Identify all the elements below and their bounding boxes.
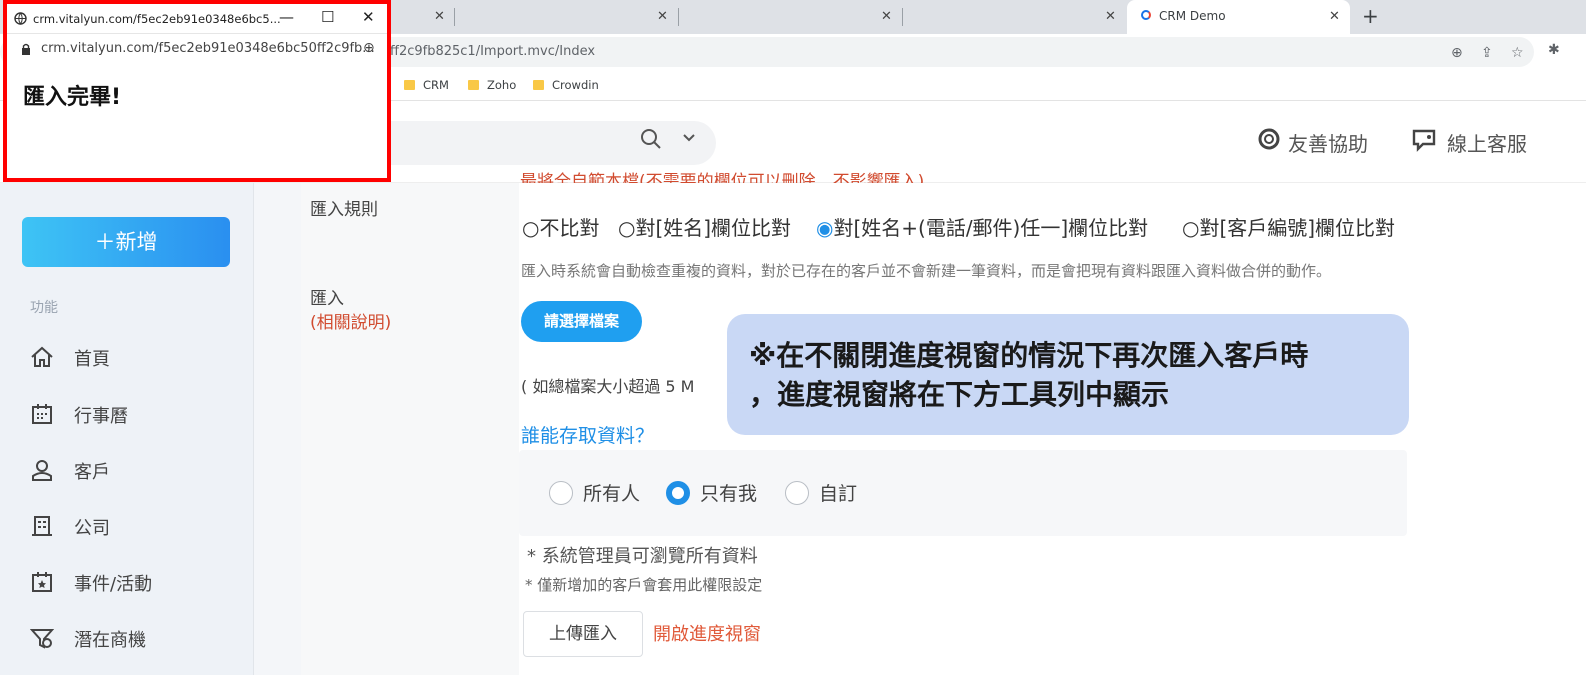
online-support-link[interactable]: 線上客服 (1447, 128, 1527, 157)
progress-popup-window[interactable]: crm.vitalyun.com/f5ec2eb91e0348e6bc5... … (3, 0, 391, 182)
add-new-button[interactable]: ＋新增 (22, 217, 230, 267)
file-size-note: ( 如總檔案大小超過 5 M (521, 377, 695, 396)
site-favicon-icon (1141, 10, 1151, 20)
callout-text: ※在不關閉進度視窗的情況下再次匯入客戶時 ，進度視窗將在下方工具列中顯示 (749, 339, 1309, 411)
sidebar-item-home[interactable]: 首頁 (0, 337, 253, 377)
folder-icon (468, 80, 479, 90)
browser-tab[interactable]: ✕ (679, 0, 903, 34)
browser-tab[interactable]: ✕ (390, 0, 455, 34)
browser-tab-active[interactable]: CRM Demo ✕ (1127, 0, 1350, 34)
calendar-icon (32, 404, 52, 424)
open-progress-window-link[interactable]: 開啟進度視窗 (653, 620, 761, 646)
annotation-callout: ※在不關閉進度視窗的情況下再次匯入客戶時 ，進度視窗將在下方工具列中顯示 (727, 314, 1409, 435)
who-can-access-link[interactable]: 誰能存取資料？ (521, 421, 654, 448)
bookmark-crowdin[interactable]: Crowdin (533, 78, 599, 92)
sidebar-item-calendar[interactable]: 行事曆 (0, 394, 253, 434)
close-icon[interactable]: ✕ (434, 9, 445, 24)
upload-import-button[interactable]: 上傳匯入 (523, 611, 643, 657)
template-note: 最將全自範本檔(不需要的欄位可以刪除，不影響匯入) (520, 172, 925, 183)
rule-option-name-phone-email[interactable]: ◉對[姓名+(電話/郵件)任一]欄位比對 (816, 212, 1148, 241)
import-complete-message: 匯入完畢! (23, 85, 122, 110)
permission-only-me-radio[interactable]: 只有我 (666, 479, 757, 506)
popup-title: crm.vitalyun.com/f5ec2eb91e0348e6bc5... (33, 12, 281, 26)
funnel-icon (30, 629, 54, 649)
zoom-icon[interactable]: ⊕ (363, 40, 375, 56)
customer-icon (32, 460, 52, 481)
home-icon (31, 346, 53, 367)
url-text[interactable]: ff2c9fb825c1/Import.mvc/Index (390, 44, 595, 59)
help-link[interactable]: 友善協助 (1288, 128, 1368, 157)
maximize-icon[interactable]: ☐ (321, 8, 334, 26)
minimize-icon[interactable]: — (279, 8, 294, 26)
permission-custom-radio[interactable]: 自訂 (785, 479, 857, 506)
extensions-icon[interactable]: ✱ (1548, 42, 1560, 58)
lifebuoy-icon[interactable] (1258, 128, 1280, 156)
sidebar-item-company[interactable]: 公司 (0, 506, 253, 546)
close-icon[interactable]: ✕ (881, 9, 892, 24)
lock-icon (22, 43, 30, 55)
zoom-icon[interactable]: ⊕ (1451, 45, 1463, 61)
search-icon[interactable] (640, 128, 662, 150)
sidebar-item-opportunities[interactable]: 潛在商機 (0, 618, 253, 658)
sidebar-section-label: 功能 (30, 300, 58, 316)
browser-tab[interactable]: ✕ (455, 0, 679, 34)
close-icon[interactable]: ✕ (657, 9, 668, 24)
browser-tab[interactable]: ✕ (903, 0, 1127, 34)
globe-icon (14, 12, 27, 25)
popup-title-bar[interactable]: crm.vitalyun.com/f5ec2eb91e0348e6bc5... … (7, 4, 387, 34)
sidebar-item-customer[interactable]: 客戶 (0, 450, 253, 490)
star-icon[interactable]: ☆ (1511, 45, 1524, 61)
permission-everyone-radio[interactable]: 所有人 (549, 479, 640, 506)
share-icon[interactable]: ⇪ (1481, 45, 1493, 61)
permission-panel (519, 450, 1407, 536)
content-gutter (253, 183, 301, 675)
folder-icon (404, 80, 415, 90)
sidebar: ＋新增 功能 首頁 行事曆 客戶 公司 事件/活動 潛在商機 (0, 183, 253, 675)
form-label-column (301, 183, 519, 675)
import-label: 匯入 (310, 289, 344, 309)
import-rule-label: 匯入規則 (310, 200, 378, 220)
rule-option-none[interactable]: ○不比對 (522, 212, 599, 241)
bookmark-crm[interactable]: CRM (404, 78, 449, 92)
choose-file-button[interactable]: 請選擇檔案 (521, 301, 642, 342)
building-icon (32, 516, 52, 536)
rule-option-customer-number[interactable]: ○對[客戶編號]欄位比對 (1182, 212, 1395, 241)
admin-note: * 系統管理員可瀏覽所有資料 (527, 546, 758, 567)
new-tab-button[interactable]: + (1362, 4, 1379, 28)
chat-icon[interactable] (1411, 128, 1437, 158)
new-customer-note: * 僅新增加的客戶會套用此權限設定 (525, 576, 763, 594)
close-icon[interactable]: ✕ (1105, 9, 1116, 24)
bookmark-zoho[interactable]: Zoho (468, 78, 516, 92)
close-icon[interactable]: ✕ (362, 8, 375, 26)
close-icon[interactable]: ✕ (1329, 9, 1340, 24)
chevron-down-icon[interactable] (682, 133, 696, 143)
sidebar-item-events[interactable]: 事件/活動 (0, 562, 253, 602)
help-link[interactable]: (相關說明) (310, 308, 391, 333)
duplicate-check-note: 匯入時系統會自動檢查重複的資料，對於已存在的客戶並不會新建一筆資料，而是會把現有… (521, 262, 1332, 280)
event-icon (32, 572, 52, 592)
folder-icon (533, 80, 544, 90)
popup-url: crm.vitalyun.com/f5ec2eb91e0348e6bc50ff2… (41, 41, 375, 56)
rule-option-name[interactable]: ○對[姓名]欄位比對 (618, 212, 791, 241)
popup-address-bar: crm.vitalyun.com/f5ec2eb91e0348e6bc50ff2… (7, 35, 387, 63)
